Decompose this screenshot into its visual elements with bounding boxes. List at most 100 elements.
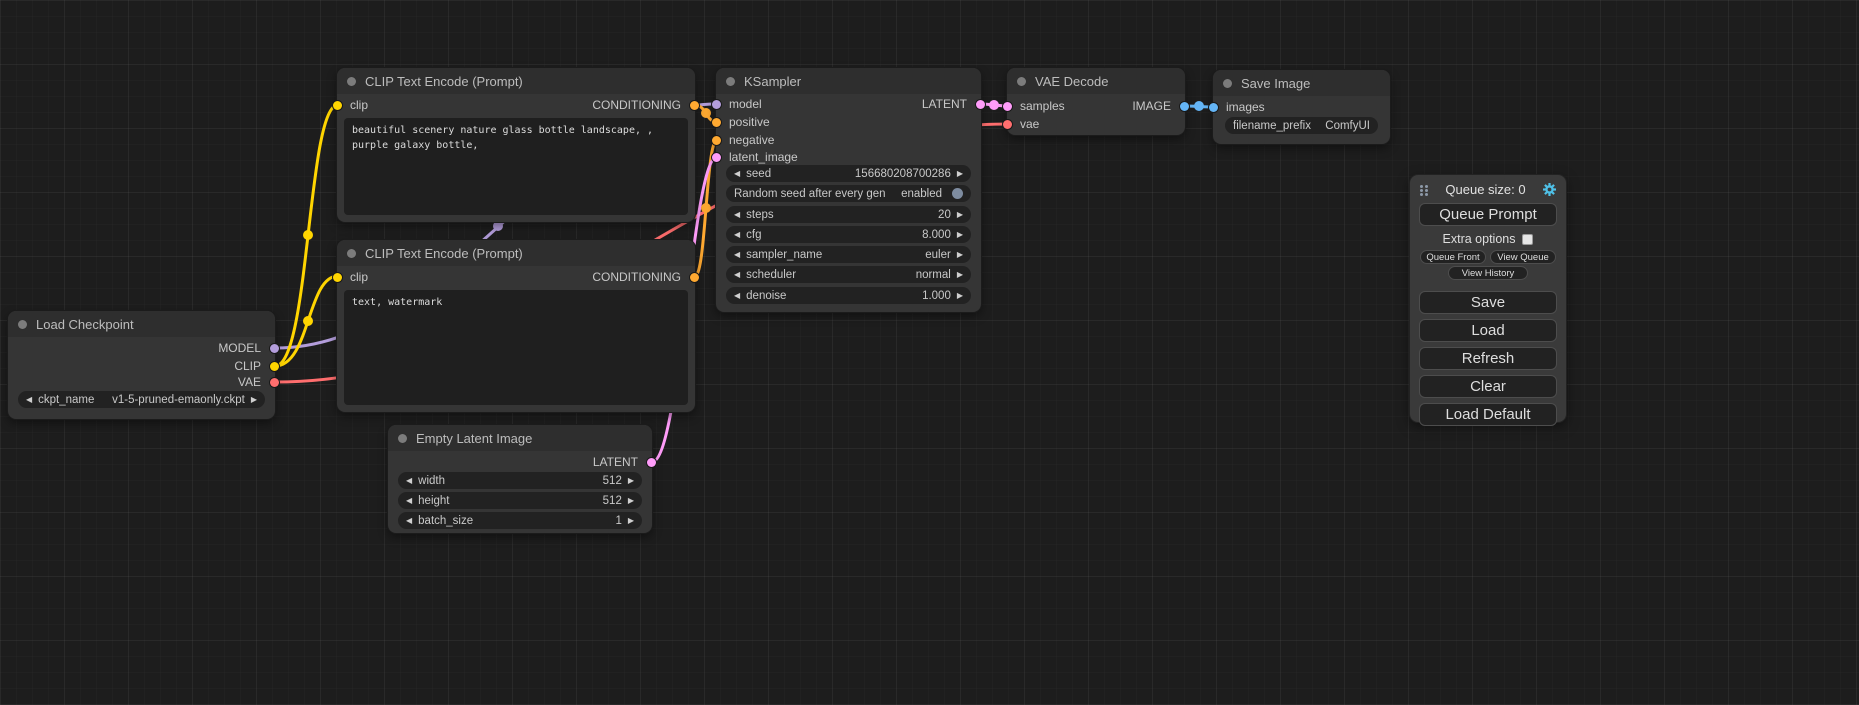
decrement-arrow-icon[interactable] <box>734 170 740 178</box>
input-port-negative[interactable] <box>712 136 721 145</box>
node-vae-decode[interactable]: VAE Decode samples vae IMAGE <box>1007 68 1185 135</box>
link-midpoint-dot <box>701 108 711 118</box>
node-header[interactable]: Empty Latent Image <box>388 425 652 451</box>
decrement-arrow-icon[interactable] <box>734 231 740 239</box>
load-default-button[interactable]: Load Default <box>1419 403 1557 426</box>
prompt-text-input[interactable]: beautiful scenery nature glass bottle la… <box>344 118 688 215</box>
widget-value: 8.000 <box>922 229 951 241</box>
width-widget[interactable]: width 512 <box>398 472 642 489</box>
output-port-image[interactable] <box>1180 102 1189 111</box>
output-port-clip[interactable] <box>270 362 279 371</box>
decrement-arrow-icon[interactable] <box>734 251 740 259</box>
increment-arrow-icon[interactable] <box>957 251 963 259</box>
node-title: Load Checkpoint <box>36 317 134 332</box>
decrement-arrow-icon[interactable] <box>734 292 740 300</box>
increment-arrow-icon[interactable] <box>251 396 257 404</box>
input-port-clip[interactable] <box>333 101 342 110</box>
node-title: Empty Latent Image <box>416 431 532 446</box>
view-history-button[interactable]: View History <box>1448 266 1528 280</box>
widget-value: 1 <box>615 515 621 527</box>
decrement-arrow-icon[interactable] <box>406 477 412 485</box>
input-port-samples[interactable] <box>1003 102 1012 111</box>
queue-front-button[interactable]: Queue Front <box>1420 250 1486 264</box>
output-port-model[interactable] <box>270 344 279 353</box>
widget-value: normal <box>916 269 951 281</box>
height-widget[interactable]: height 512 <box>398 492 642 509</box>
output-label-vae: VAE <box>238 375 261 389</box>
node-clip-text-encode-negative[interactable]: CLIP Text Encode (Prompt) clip CONDITION… <box>337 240 695 412</box>
input-port-positive[interactable] <box>712 118 721 127</box>
extra-options-checkbox[interactable] <box>1522 234 1533 245</box>
input-label-vae: vae <box>1020 117 1039 131</box>
drag-handle-icon[interactable] <box>1420 185 1423 188</box>
input-label-positive: positive <box>729 115 770 129</box>
node-header[interactable]: Save Image <box>1213 70 1390 96</box>
node-ksampler[interactable]: KSampler model positive negative latent_… <box>716 68 981 312</box>
queue-prompt-button[interactable]: Queue Prompt <box>1419 203 1557 226</box>
output-port-latent[interactable] <box>647 458 656 467</box>
input-port-model[interactable] <box>712 100 721 109</box>
decrement-arrow-icon[interactable] <box>406 517 412 525</box>
widget-value: 512 <box>603 495 622 507</box>
increment-arrow-icon[interactable] <box>628 477 634 485</box>
denoise-widget[interactable]: denoise 1.000 <box>726 287 971 304</box>
widget-label: scheduler <box>746 269 796 281</box>
refresh-button[interactable]: Refresh <box>1419 347 1557 370</box>
increment-arrow-icon[interactable] <box>957 170 963 178</box>
cfg-widget[interactable]: cfg 8.000 <box>726 226 971 243</box>
node-graph-canvas[interactable]: Load Checkpoint MODEL CLIP VAE ckpt_name… <box>0 0 1859 705</box>
output-port-conditioning[interactable] <box>690 273 699 282</box>
input-port-latent-image[interactable] <box>712 153 721 162</box>
increment-arrow-icon[interactable] <box>957 211 963 219</box>
output-port-conditioning[interactable] <box>690 101 699 110</box>
steps-widget[interactable]: steps 20 <box>726 206 971 223</box>
node-header[interactable]: CLIP Text Encode (Prompt) <box>337 68 695 94</box>
prompt-text-input[interactable]: text, watermark <box>344 290 688 405</box>
node-header[interactable]: KSampler <box>716 68 981 94</box>
scheduler-widget[interactable]: scheduler normal <box>726 266 971 283</box>
node-clip-text-encode-positive[interactable]: CLIP Text Encode (Prompt) clip CONDITION… <box>337 68 695 222</box>
input-port-clip[interactable] <box>333 273 342 282</box>
settings-gear-icon[interactable] <box>1542 182 1557 197</box>
spacer <box>1410 282 1566 288</box>
widget-value: enabled <box>901 188 942 200</box>
clear-button[interactable]: Clear <box>1419 375 1557 398</box>
node-header[interactable]: VAE Decode <box>1007 68 1185 94</box>
seed-widget[interactable]: seed 156680208700286 <box>726 165 971 182</box>
load-button[interactable]: Load <box>1419 319 1557 342</box>
queue-panel[interactable]: Queue size: 0 Queue Prompt Extra options… <box>1410 175 1566 422</box>
decrement-arrow-icon[interactable] <box>734 271 740 279</box>
increment-arrow-icon[interactable] <box>957 271 963 279</box>
toggle-knob-icon[interactable] <box>952 188 963 199</box>
increment-arrow-icon[interactable] <box>957 231 963 239</box>
queue-size-label: Queue size: 0 <box>1445 182 1525 197</box>
decrement-arrow-icon[interactable] <box>734 211 740 219</box>
input-port-images[interactable] <box>1209 103 1218 112</box>
node-title: KSampler <box>744 74 801 89</box>
filename-prefix-widget[interactable]: filename_prefix ComfyUI <box>1225 117 1378 134</box>
increment-arrow-icon[interactable] <box>628 497 634 505</box>
view-queue-button[interactable]: View Queue <box>1490 250 1556 264</box>
node-save-image[interactable]: Save Image images filename_prefix ComfyU… <box>1213 70 1390 144</box>
decrement-arrow-icon[interactable] <box>26 396 32 404</box>
node-load-checkpoint[interactable]: Load Checkpoint MODEL CLIP VAE ckpt_name… <box>8 311 275 419</box>
widget-value: 1.000 <box>922 290 951 302</box>
save-button[interactable]: Save <box>1419 291 1557 314</box>
output-port-vae[interactable] <box>270 378 279 387</box>
widget-value: 20 <box>938 209 951 221</box>
node-header[interactable]: Load Checkpoint <box>8 311 275 337</box>
node-header[interactable]: CLIP Text Encode (Prompt) <box>337 240 695 266</box>
increment-arrow-icon[interactable] <box>957 292 963 300</box>
ckpt-name-widget[interactable]: ckpt_name v1-5-pruned-emaonly.ckpt <box>18 391 265 408</box>
node-empty-latent-image[interactable]: Empty Latent Image LATENT width 512 heig… <box>388 425 652 533</box>
sampler-name-widget[interactable]: sampler_name euler <box>726 246 971 263</box>
output-label-latent: LATENT <box>593 455 638 469</box>
decrement-arrow-icon[interactable] <box>406 497 412 505</box>
output-port-latent[interactable] <box>976 100 985 109</box>
widget-label: Random seed after every gen <box>734 188 886 200</box>
increment-arrow-icon[interactable] <box>628 517 634 525</box>
random-seed-toggle-widget[interactable]: Random seed after every gen enabled <box>726 185 971 202</box>
input-port-vae[interactable] <box>1003 120 1012 129</box>
extra-options-row: Extra options <box>1410 228 1566 249</box>
batch-size-widget[interactable]: batch_size 1 <box>398 512 642 529</box>
